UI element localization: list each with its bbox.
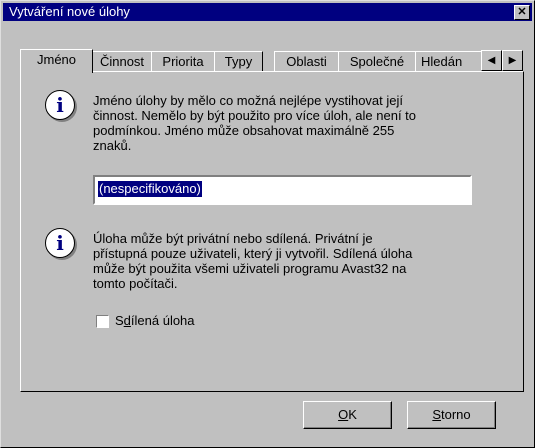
- description-line: tomto počítači.: [93, 276, 178, 291]
- cancel-label: torno: [441, 407, 471, 422]
- tab-scroll-right-button[interactable]: ▶: [502, 50, 523, 71]
- task-name-input[interactable]: (nespecifikováno): [93, 175, 472, 205]
- label-part: S: [115, 313, 124, 328]
- close-button[interactable]: ✕: [514, 5, 530, 20]
- info-icon: i: [45, 228, 75, 258]
- ok-label: K: [348, 407, 357, 422]
- description-line: přístupná pouze uživateli, který ji vytv…: [93, 246, 413, 261]
- label-part: ílená úloha: [130, 313, 195, 328]
- task-name-value: (nespecifikováno): [98, 181, 202, 197]
- sharing-description: Úloha může být privátní nebo sdílená. Pr…: [93, 231, 412, 291]
- cancel-accelerator: S: [432, 407, 442, 422]
- title-bar: Vytváření nové úlohy ✕: [3, 3, 532, 21]
- description-line: podmínkou. Jméno může obsahovat maximáln…: [93, 123, 395, 138]
- tab-types[interactable]: Typy: [214, 51, 263, 71]
- name-description: Jméno úlohy by mělo co možná nejlépe vys…: [93, 93, 416, 153]
- tab-scroll-left-button[interactable]: ◀: [481, 50, 502, 71]
- shared-task-label[interactable]: Sdílená úloha: [115, 313, 195, 328]
- info-icon: i: [45, 90, 75, 120]
- description-line: znaků.: [93, 138, 132, 153]
- label-accelerator: d: [123, 313, 131, 328]
- tab-scroll-arrows: ◀ ▶: [481, 50, 525, 71]
- ok-button[interactable]: OK: [303, 401, 392, 429]
- shared-task-checkbox[interactable]: [96, 315, 109, 328]
- tab-areas[interactable]: Oblasti: [274, 51, 339, 71]
- description-line: Úloha může být privátní nebo sdílená. Pr…: [93, 231, 373, 246]
- description-line: činnost. Nemělo by být použito pro více …: [93, 108, 417, 123]
- cancel-button[interactable]: Storno: [407, 401, 496, 429]
- description-line: může být použita všemi uživateli program…: [93, 261, 407, 276]
- tab-name[interactable]: Jméno: [20, 49, 93, 73]
- ok-accelerator: O: [338, 407, 349, 422]
- window-title: Vytváření nové úlohy: [9, 4, 130, 19]
- tab-activity[interactable]: Činnost: [92, 51, 152, 71]
- description-line: Jméno úlohy by mělo co možná nejlépe vys…: [93, 93, 403, 108]
- tab-search[interactable]: Hledán: [415, 51, 486, 71]
- tab-strip: Jméno Činnost Priorita Typy Oblasti Spol…: [20, 49, 526, 73]
- tab-shared[interactable]: Společné: [338, 51, 416, 71]
- tab-priority[interactable]: Priorita: [151, 51, 215, 71]
